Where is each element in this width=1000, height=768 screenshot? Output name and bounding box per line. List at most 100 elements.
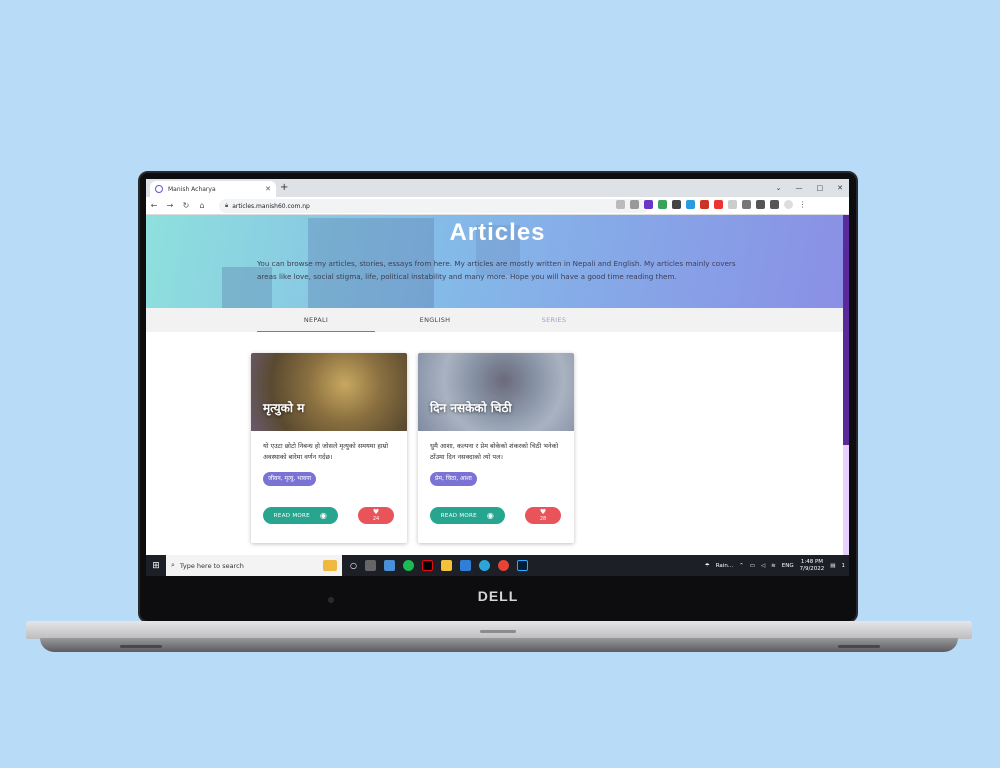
task-view-icon[interactable] — [364, 560, 376, 571]
maximize-button[interactable]: □ — [817, 181, 824, 195]
tab-english[interactable]: ENGLISH — [376, 308, 494, 332]
battery-icon[interactable]: ▭ — [750, 563, 755, 569]
windows-start-icon[interactable]: ⊞ — [146, 561, 166, 571]
close-tab-icon[interactable]: ✕ — [265, 185, 271, 193]
file-explorer-icon[interactable] — [440, 560, 452, 571]
new-tab-button[interactable]: + — [280, 182, 288, 194]
search-icon: ⌕ — [171, 561, 175, 569]
taskbar-search[interactable]: ⌕ Type here to search — [166, 555, 342, 576]
share-icon[interactable] — [616, 200, 625, 209]
browser-tab[interactable]: Manish Acharya ✕ — [150, 181, 276, 197]
extensions-row: ⋮ — [616, 200, 807, 209]
lock-icon: 🔒︎ — [225, 202, 229, 209]
edge-icon[interactable] — [478, 560, 490, 571]
read-more-button[interactable]: READ MORE ◉ — [263, 507, 338, 524]
minimize-button[interactable]: — — [796, 181, 803, 195]
extension-block-icon[interactable] — [672, 200, 681, 209]
laptop-vent — [838, 645, 880, 648]
page-scrollbar[interactable] — [843, 215, 849, 556]
url-text: articles.manish60.com.np — [232, 202, 310, 210]
like-button[interactable]: ♥ 28 — [525, 507, 561, 524]
profile-avatar[interactable] — [784, 200, 793, 209]
close-window-button[interactable]: ✕ — [837, 181, 843, 195]
heart-icon: ♥ — [372, 508, 380, 516]
laptop-base-lower — [40, 638, 958, 652]
screen: Manish Acharya ✕ + ⌄ — □ ✕ ← → ↻ ⌂ 🔒︎ ar… — [146, 179, 849, 576]
eye-icon: ◉ — [319, 511, 328, 520]
article-description: यो एउटा छोटो निबन्ध हो जोसले मृत्युको सम… — [263, 442, 389, 461]
system-tray: ☂ Rain... ⌃ ▭ ◁ ≋ ENG 1:48 PM 7/9/2022 ▤… — [705, 555, 845, 576]
scrollbar-thumb[interactable] — [843, 215, 849, 445]
photoshop-icon[interactable] — [516, 560, 528, 571]
forward-icon[interactable]: → — [162, 201, 178, 210]
weather-text[interactable]: Rain... — [716, 563, 733, 569]
home-icon[interactable]: ⌂ — [194, 201, 210, 210]
search-highlight-icon — [323, 560, 337, 571]
taskbar: ⊞ ⌕ Type here to search ○ ☂ Rain... ⌃ ▭ … — [146, 555, 849, 576]
tray-chevron-icon[interactable]: ⌃ — [739, 563, 744, 569]
chrome-icon[interactable] — [497, 560, 509, 571]
like-button[interactable]: ♥ 24 — [358, 507, 394, 524]
read-more-label: READ MORE — [273, 512, 310, 519]
address-bar: ← → ↻ ⌂ 🔒︎ articles.manish60.com.np ⋮ — [146, 197, 849, 215]
url-input[interactable]: 🔒︎ articles.manish60.com.np — [219, 199, 649, 213]
window-controls: ⌄ — □ ✕ — [776, 181, 843, 195]
wifi-icon[interactable]: ≋ — [771, 563, 776, 569]
page-title: Articles — [449, 219, 546, 246]
article-description: धुमै आशा, कल्पना र प्रेम बोकेको शंकरको च… — [430, 442, 559, 461]
taskbar-apps: ○ — [350, 560, 528, 571]
site-favicon-icon — [155, 185, 163, 193]
reload-icon[interactable]: ↻ — [178, 201, 194, 210]
read-more-label: READ MORE — [440, 512, 477, 519]
like-count: 24 — [372, 516, 380, 522]
extension-adblock-icon[interactable] — [714, 200, 723, 209]
search-input[interactable]: Type here to search — [180, 562, 318, 570]
mail-icon[interactable] — [459, 560, 471, 571]
article-title[interactable]: दिन नसकेको चिठी — [430, 399, 512, 416]
extension-drop-icon[interactable] — [686, 200, 695, 209]
article-image — [418, 353, 574, 431]
cortana-icon[interactable]: ○ — [350, 561, 357, 570]
notification-icon[interactable]: ▤ — [830, 563, 835, 569]
extension-shield-icon[interactable] — [728, 200, 737, 209]
article-card[interactable]: मृत्युको म यो एउटा छोटो निबन्ध हो जोसले … — [251, 353, 407, 543]
web-page: Articles You can browse my articles, sto… — [146, 215, 849, 556]
bookmark-star-icon[interactable] — [630, 200, 639, 209]
menu-kebab-icon[interactable]: ⋮ — [798, 200, 807, 209]
camera-icon[interactable] — [742, 200, 751, 209]
category-tabs: NEPALI ENGLISH SERIES — [146, 308, 843, 332]
spotify-icon[interactable] — [402, 560, 414, 571]
sidebar-icon[interactable] — [770, 200, 779, 209]
volume-icon[interactable]: ◁ — [761, 563, 765, 569]
article-title[interactable]: मृत्युको म — [263, 399, 304, 416]
tab-title: Manish Acharya — [168, 185, 216, 193]
read-more-button[interactable]: READ MORE ◉ — [430, 507, 505, 524]
tab-nepali[interactable]: NEPALI — [257, 308, 375, 332]
extension-red-icon[interactable] — [700, 200, 709, 209]
extension-purple-icon[interactable] — [644, 200, 653, 209]
store-icon[interactable] — [383, 560, 395, 571]
netflix-icon[interactable] — [421, 560, 433, 571]
clock[interactable]: 1:48 PM 7/9/2022 — [800, 559, 825, 573]
tab-search-icon[interactable]: ⌄ — [776, 181, 782, 195]
laptop-brand-logo: DELL — [477, 588, 519, 604]
laptop-vent — [120, 645, 162, 648]
page-description: You can browse my articles, stories, ess… — [257, 259, 736, 281]
laptop-notch — [480, 630, 516, 633]
back-icon[interactable]: ← — [146, 201, 162, 210]
notification-count: 1 — [841, 562, 846, 569]
weather-icon[interactable]: ☂ — [705, 563, 710, 569]
article-image — [251, 353, 407, 431]
puzzle-icon[interactable] — [756, 200, 765, 209]
extension-green-icon[interactable] — [658, 200, 667, 209]
like-count: 28 — [539, 516, 547, 522]
language-indicator[interactable]: ENG — [782, 563, 794, 569]
article-card[interactable]: दिन नसकेको चिठी धुमै आशा, कल्पना र प्रेम… — [418, 353, 574, 543]
browser-tabbar: Manish Acharya ✕ + ⌄ — □ ✕ — [146, 179, 849, 197]
heart-icon: ♥ — [539, 508, 547, 516]
hero-banner: Articles You can browse my articles, sto… — [146, 215, 849, 308]
clock-time: 1:48 PM — [800, 558, 824, 565]
eye-icon: ◉ — [486, 511, 495, 520]
tab-series[interactable]: SERIES — [495, 308, 613, 332]
clock-date: 7/9/2022 — [799, 565, 825, 572]
